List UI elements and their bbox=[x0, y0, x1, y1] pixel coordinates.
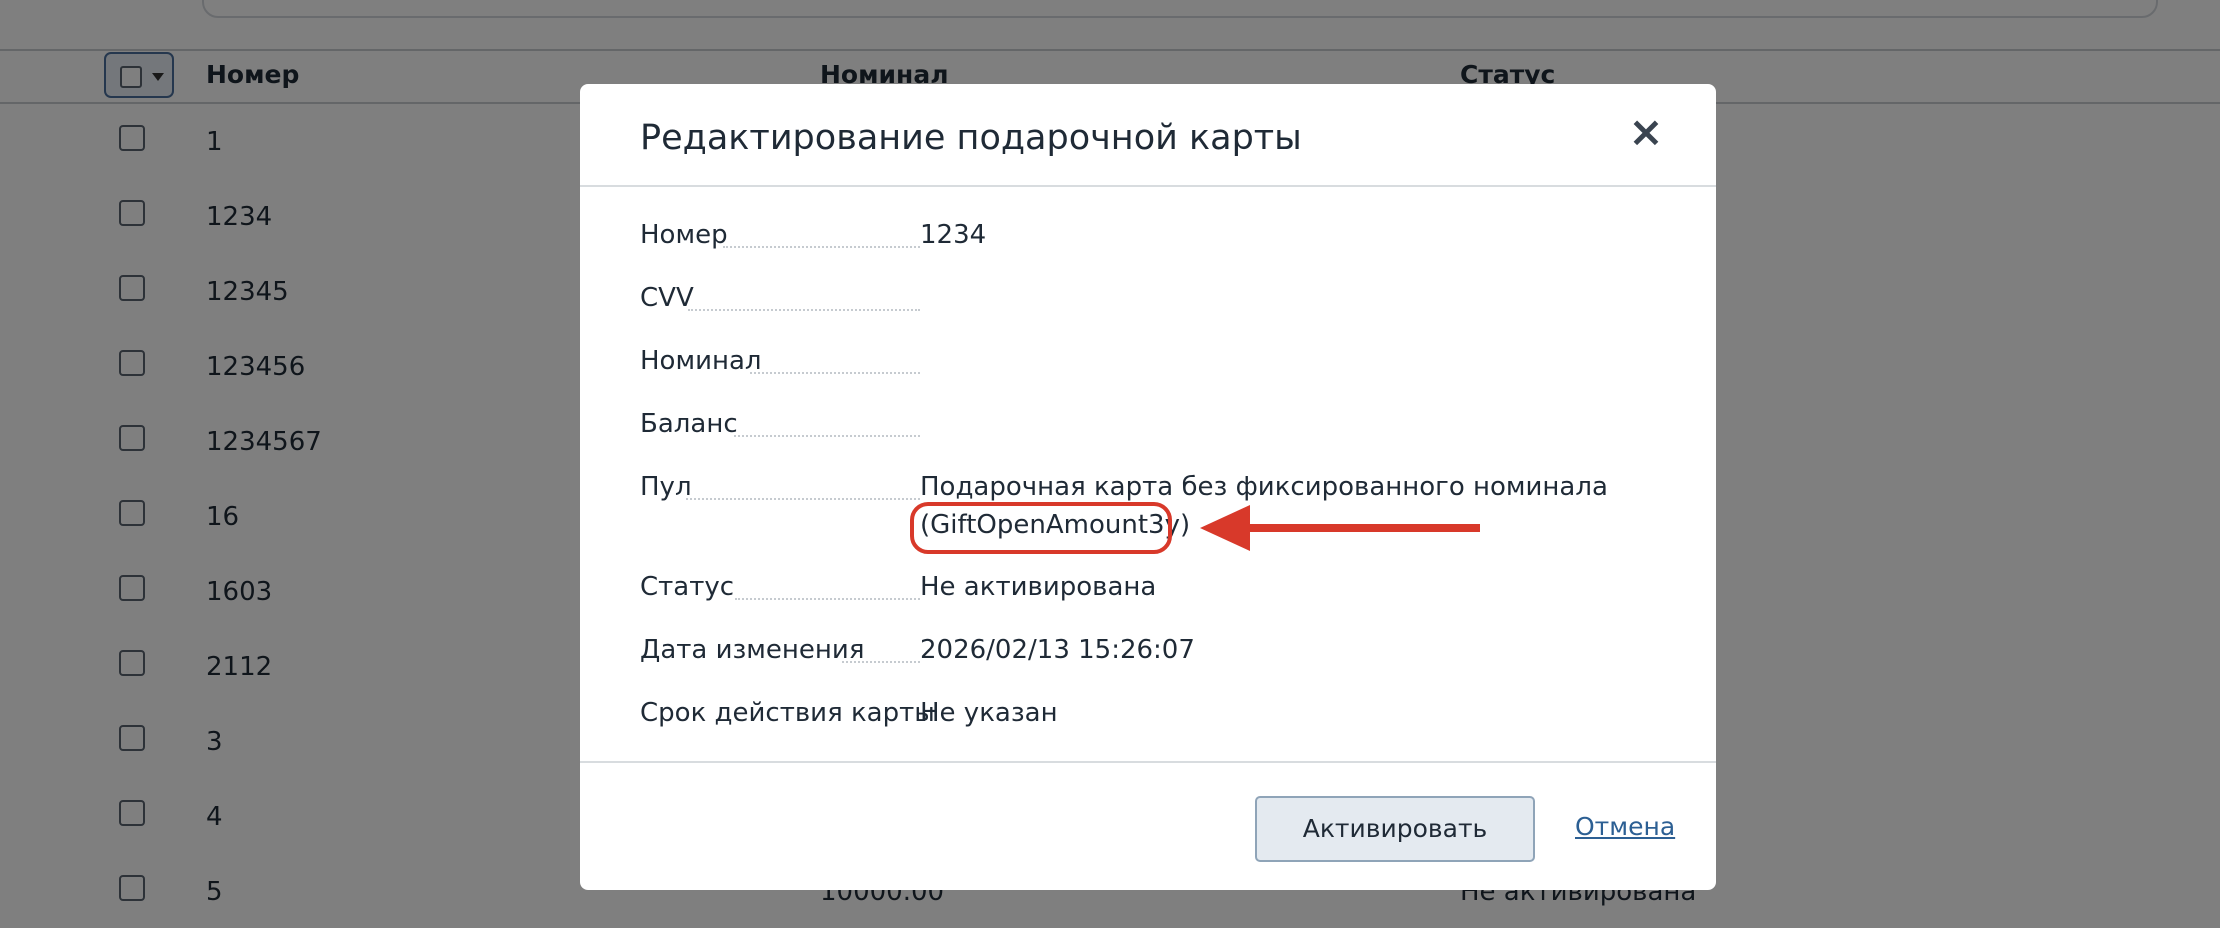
dotted-leader bbox=[735, 598, 920, 600]
field-value-modified-date: 2026/02/13 15:26:07 bbox=[920, 635, 1195, 665]
cancel-link[interactable]: Отмена bbox=[1575, 812, 1675, 841]
dotted-leader bbox=[842, 661, 920, 663]
edit-gift-card-dialog: Редактирование подарочной карты × Номер … bbox=[580, 84, 1716, 890]
field-value-expiry: Не указан bbox=[920, 698, 1058, 728]
field-value-number: 1234 bbox=[920, 220, 987, 250]
dotted-leader bbox=[723, 246, 920, 248]
close-icon[interactable]: × bbox=[1626, 111, 1666, 153]
field-value-status: Не активирована bbox=[920, 572, 1157, 602]
annotation-arrow-icon bbox=[1200, 505, 1480, 551]
dotted-leader bbox=[688, 309, 920, 311]
dialog-title: Редактирование подарочной карты bbox=[640, 118, 1302, 158]
dotted-leader bbox=[734, 435, 920, 437]
activate-button[interactable]: Активировать bbox=[1255, 796, 1535, 862]
dialog-divider bbox=[580, 185, 1716, 187]
dialog-divider bbox=[580, 761, 1716, 763]
dotted-leader bbox=[750, 372, 920, 374]
dotted-leader bbox=[686, 498, 920, 500]
annotation-highlight bbox=[910, 502, 1172, 554]
field-label-expiry: Срок действия карты bbox=[640, 698, 935, 728]
